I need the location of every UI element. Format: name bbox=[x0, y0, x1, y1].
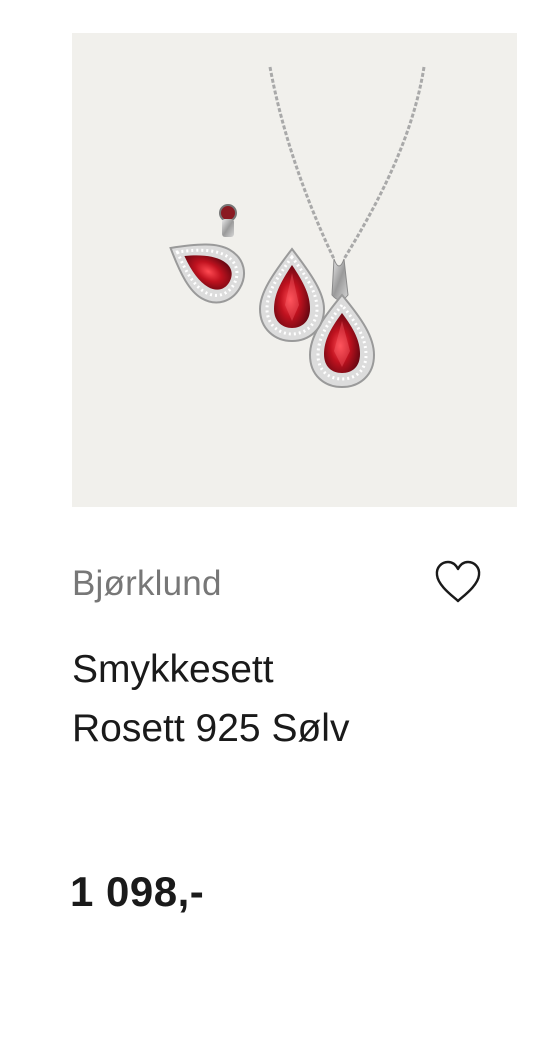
product-card[interactable]: Bjørklund Smykkesett Rosett 925 Sølv 1 0… bbox=[0, 0, 536, 1039]
product-title-line-2: Rosett 925 Sølv bbox=[72, 707, 350, 750]
product-title-line-1: Smykkesett bbox=[72, 648, 274, 691]
product-price: 1 098,- bbox=[70, 868, 205, 915]
favorite-button[interactable] bbox=[432, 558, 484, 606]
jewelry-set-illustration bbox=[169, 66, 426, 389]
product-image[interactable] bbox=[72, 33, 517, 507]
heart-outline-icon bbox=[435, 560, 481, 603]
brand-name[interactable]: Bjørklund bbox=[72, 562, 222, 606]
product-title[interactable]: Smykkesett Rosett 925 Sølv bbox=[72, 640, 492, 758]
